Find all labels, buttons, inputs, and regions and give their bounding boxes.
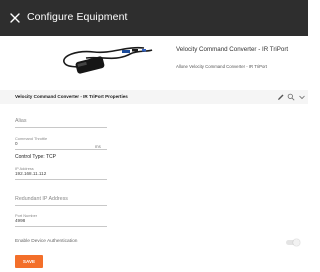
command-throttle-value: 0 — [15, 141, 18, 146]
control-type: Control Type: TCP — [15, 154, 56, 160]
close-icon[interactable] — [8, 11, 22, 25]
properties-title: Velocity Command Converter - IR TriPort … — [15, 94, 128, 99]
enable-device-auth-toggle[interactable] — [286, 239, 300, 246]
alias-placeholder: Alias — [15, 118, 27, 124]
pencil-icon[interactable] — [277, 93, 285, 101]
command-throttle-unit: ms — [95, 144, 101, 149]
window-title: Configure Equipment — [27, 11, 128, 23]
toggle-knob — [293, 239, 300, 246]
product-summary: Velocity Command Converter - IR TriPort … — [0, 36, 308, 94]
port-number-field[interactable]: Port Number 4998 — [15, 213, 125, 227]
enable-device-auth-label: Enable Device Authentication — [15, 239, 78, 244]
ip-address-value: 192.168.11.112 — [15, 171, 47, 176]
redundant-ip-placeholder: Redundant IP Address — [15, 196, 68, 202]
redundant-ip-field[interactable]: Redundant IP Address — [15, 196, 125, 206]
properties-header: Velocity Command Converter - IR TriPort … — [0, 90, 308, 104]
ip-address-field[interactable]: IP Address 192.168.11.112 — [15, 166, 125, 180]
search-icon[interactable] — [287, 93, 295, 101]
title-bar: Configure Equipment — [0, 0, 308, 36]
chevron-down-icon[interactable] — [298, 93, 306, 101]
product-name: Velocity Command Converter - IR TriPort — [176, 46, 289, 53]
product-image — [63, 46, 153, 74]
alias-field[interactable]: Alias — [15, 118, 125, 128]
command-throttle-field[interactable]: Command Throttle 0 — [15, 136, 125, 150]
port-number-value: 4998 — [15, 218, 26, 223]
product-subtitle: Allone Velocity Command Converter - IR T… — [176, 64, 267, 69]
save-button[interactable]: SAVE — [15, 255, 43, 268]
